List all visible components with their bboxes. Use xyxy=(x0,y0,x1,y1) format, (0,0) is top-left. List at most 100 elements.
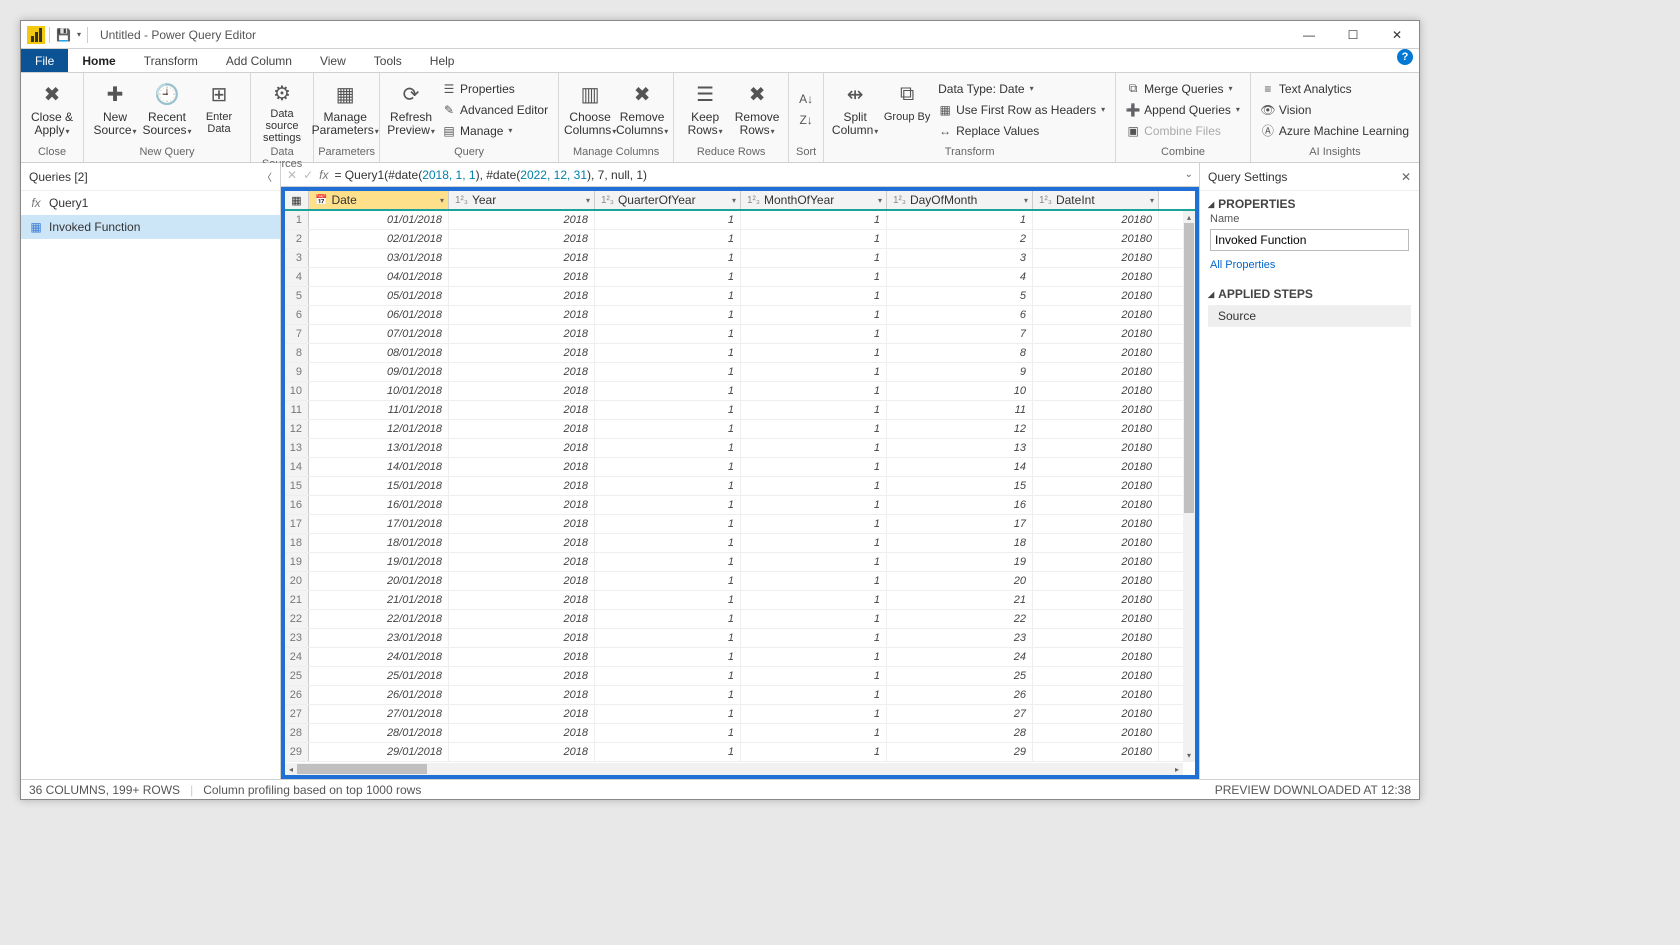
split-column-button[interactable]: ⇹Split Column▾ xyxy=(830,77,880,143)
combine-files-button[interactable]: ▣Combine Files xyxy=(1122,121,1244,141)
query-item-invoked-function[interactable]: ▦ Invoked Function xyxy=(21,215,280,239)
first-row-headers-button[interactable]: ▦Use First Row as Headers▾ xyxy=(934,100,1109,120)
table-row[interactable]: 1010/01/20182018111020180 xyxy=(285,382,1195,401)
table-row[interactable]: 2222/01/20182018112220180 xyxy=(285,610,1195,629)
table-row[interactable]: 1414/01/20182018111420180 xyxy=(285,458,1195,477)
azure-ml-button[interactable]: ⒶAzure Machine Learning xyxy=(1257,121,1413,141)
table-row[interactable]: 2626/01/20182018112620180 xyxy=(285,686,1195,705)
close-window-button[interactable]: ✕ xyxy=(1375,21,1419,49)
table-row[interactable]: 808/01/2018201811820180 xyxy=(285,344,1195,363)
tab-tools[interactable]: Tools xyxy=(360,49,416,72)
data-source-settings-button[interactable]: ⚙Data source settings xyxy=(257,77,307,143)
queries-collapse-icon[interactable]: 〈 xyxy=(262,169,272,184)
table-row[interactable]: 202/01/2018201811220180 xyxy=(285,230,1195,249)
remove-rows-button[interactable]: ✖Remove Rows▾ xyxy=(732,77,782,143)
table-row[interactable]: 707/01/2018201811720180 xyxy=(285,325,1195,344)
scroll-thumb[interactable] xyxy=(297,764,427,774)
recent-sources-button[interactable]: 🕘Recent Sources▾ xyxy=(142,77,192,143)
table-row[interactable]: 1818/01/20182018111820180 xyxy=(285,534,1195,553)
data-type-button[interactable]: Data Type: Date▾ xyxy=(934,79,1109,99)
vertical-scrollbar[interactable]: ▴ ▾ xyxy=(1183,211,1195,761)
replace-values-button[interactable]: ↔Replace Values xyxy=(934,121,1109,141)
new-source-button[interactable]: ✚New Source▾ xyxy=(90,77,140,143)
tab-home[interactable]: Home xyxy=(68,49,129,72)
text-analytics-button[interactable]: ≡Text Analytics xyxy=(1257,79,1413,99)
scroll-up-icon[interactable]: ▴ xyxy=(1183,211,1195,223)
scroll-left-icon[interactable]: ◂ xyxy=(285,763,297,775)
all-properties-link[interactable]: All Properties xyxy=(1200,255,1419,281)
header-month[interactable]: 1²₃MonthOfYear▾ xyxy=(741,191,887,209)
manage-parameters-button[interactable]: ▦Manage Parameters▾ xyxy=(320,77,370,143)
help-icon[interactable]: ? xyxy=(1397,49,1413,65)
save-icon[interactable]: 💾 xyxy=(56,28,71,42)
table-row[interactable]: 2323/01/20182018112320180 xyxy=(285,629,1195,648)
header-year[interactable]: 1²₃Year▾ xyxy=(449,191,595,209)
table-row[interactable]: 2525/01/20182018112520180 xyxy=(285,667,1195,686)
chevron-down-icon[interactable]: ▾ xyxy=(1024,196,1028,205)
advanced-editor-button[interactable]: ✎Advanced Editor xyxy=(438,100,552,120)
chevron-down-icon[interactable]: ▾ xyxy=(586,196,590,205)
horizontal-scrollbar[interactable]: ◂ ▸ xyxy=(285,763,1183,775)
scroll-thumb[interactable] xyxy=(1184,223,1194,513)
header-quarter[interactable]: 1²₃QuarterOfYear▾ xyxy=(595,191,741,209)
choose-columns-button[interactable]: ▥Choose Columns▾ xyxy=(565,77,615,143)
table-row[interactable]: 303/01/2018201811320180 xyxy=(285,249,1195,268)
table-row[interactable]: 1515/01/20182018111520180 xyxy=(285,477,1195,496)
query-name-input[interactable] xyxy=(1210,229,1409,251)
properties-button[interactable]: ☰Properties xyxy=(438,79,552,99)
formula-commit-icon[interactable]: ✓ xyxy=(303,168,313,182)
table-row[interactable]: 606/01/2018201811620180 xyxy=(285,306,1195,325)
append-queries-button[interactable]: ➕Append Queries▾ xyxy=(1122,100,1244,120)
close-settings-icon[interactable]: ✕ xyxy=(1401,170,1411,184)
tab-help[interactable]: Help xyxy=(416,49,469,72)
vision-button[interactable]: 👁Vision xyxy=(1257,100,1413,120)
close-apply-button[interactable]: ✖ Close & Apply▾ xyxy=(27,77,77,143)
header-dateint[interactable]: 1²₃DateInt▾ xyxy=(1033,191,1159,209)
query-item-query1[interactable]: fx Query1 xyxy=(21,191,280,215)
table-row[interactable]: 2424/01/20182018112420180 xyxy=(285,648,1195,667)
header-rownum[interactable]: ▦ xyxy=(285,191,309,209)
table-row[interactable]: 404/01/2018201811420180 xyxy=(285,268,1195,287)
sort-asc-button[interactable]: A↓ xyxy=(795,89,817,109)
scroll-right-icon[interactable]: ▸ xyxy=(1171,763,1183,775)
formula-expand-icon[interactable]: ⌄ xyxy=(1185,169,1193,180)
chevron-down-icon[interactable]: ▾ xyxy=(732,196,736,205)
table-row[interactable]: 1313/01/20182018111320180 xyxy=(285,439,1195,458)
scroll-down-icon[interactable]: ▾ xyxy=(1183,749,1195,761)
enter-data-button[interactable]: ⊞Enter Data xyxy=(194,77,244,143)
tab-add-column[interactable]: Add Column xyxy=(212,49,306,72)
formula-cancel-icon[interactable]: ✕ xyxy=(287,168,297,182)
table-row[interactable]: 2727/01/20182018112720180 xyxy=(285,705,1195,724)
table-row[interactable]: 505/01/2018201811520180 xyxy=(285,287,1195,306)
table-row[interactable]: 1616/01/20182018111620180 xyxy=(285,496,1195,515)
tab-file[interactable]: File xyxy=(21,49,68,72)
maximize-button[interactable]: ☐ xyxy=(1331,21,1375,49)
minimize-button[interactable]: — xyxy=(1287,21,1331,49)
merge-queries-button[interactable]: ⧉Merge Queries▾ xyxy=(1122,79,1244,99)
table-row[interactable]: 1717/01/20182018111720180 xyxy=(285,515,1195,534)
chevron-down-icon[interactable]: ▾ xyxy=(878,196,882,205)
table-row[interactable]: 2929/01/20182018112920180 xyxy=(285,743,1195,762)
table-row[interactable]: 1919/01/20182018111920180 xyxy=(285,553,1195,572)
formula-input[interactable]: = Query1(#date(2018, 1, 1), #date(2022, … xyxy=(334,168,1178,182)
remove-columns-button[interactable]: ✖Remove Columns▾ xyxy=(617,77,667,143)
table-row[interactable]: 909/01/2018201811920180 xyxy=(285,363,1195,382)
applied-steps-section[interactable]: ◢APPLIED STEPS xyxy=(1200,281,1419,303)
tab-view[interactable]: View xyxy=(306,49,360,72)
sort-desc-button[interactable]: Z↓ xyxy=(795,110,817,130)
table-row[interactable]: 2020/01/20182018112020180 xyxy=(285,572,1195,591)
header-day[interactable]: 1²₃DayOfMonth▾ xyxy=(887,191,1033,209)
applied-step-source[interactable]: Source xyxy=(1208,305,1411,327)
table-row[interactable]: 101/01/2018201811120180 xyxy=(285,211,1195,230)
keep-rows-button[interactable]: ☰Keep Rows▾ xyxy=(680,77,730,143)
chevron-down-icon[interactable]: ▾ xyxy=(1150,196,1154,205)
manage-button[interactable]: ▤Manage▾ xyxy=(438,121,552,141)
refresh-preview-button[interactable]: ⟳Refresh Preview▾ xyxy=(386,77,436,143)
qat-dropdown-icon[interactable]: ▾ xyxy=(77,30,81,39)
tab-transform[interactable]: Transform xyxy=(130,49,212,72)
table-row[interactable]: 1212/01/20182018111220180 xyxy=(285,420,1195,439)
chevron-down-icon[interactable]: ▾ xyxy=(440,196,444,205)
table-row[interactable]: 1111/01/20182018111120180 xyxy=(285,401,1195,420)
group-by-button[interactable]: ⧉Group By xyxy=(882,77,932,143)
table-row[interactable]: 2121/01/20182018112120180 xyxy=(285,591,1195,610)
